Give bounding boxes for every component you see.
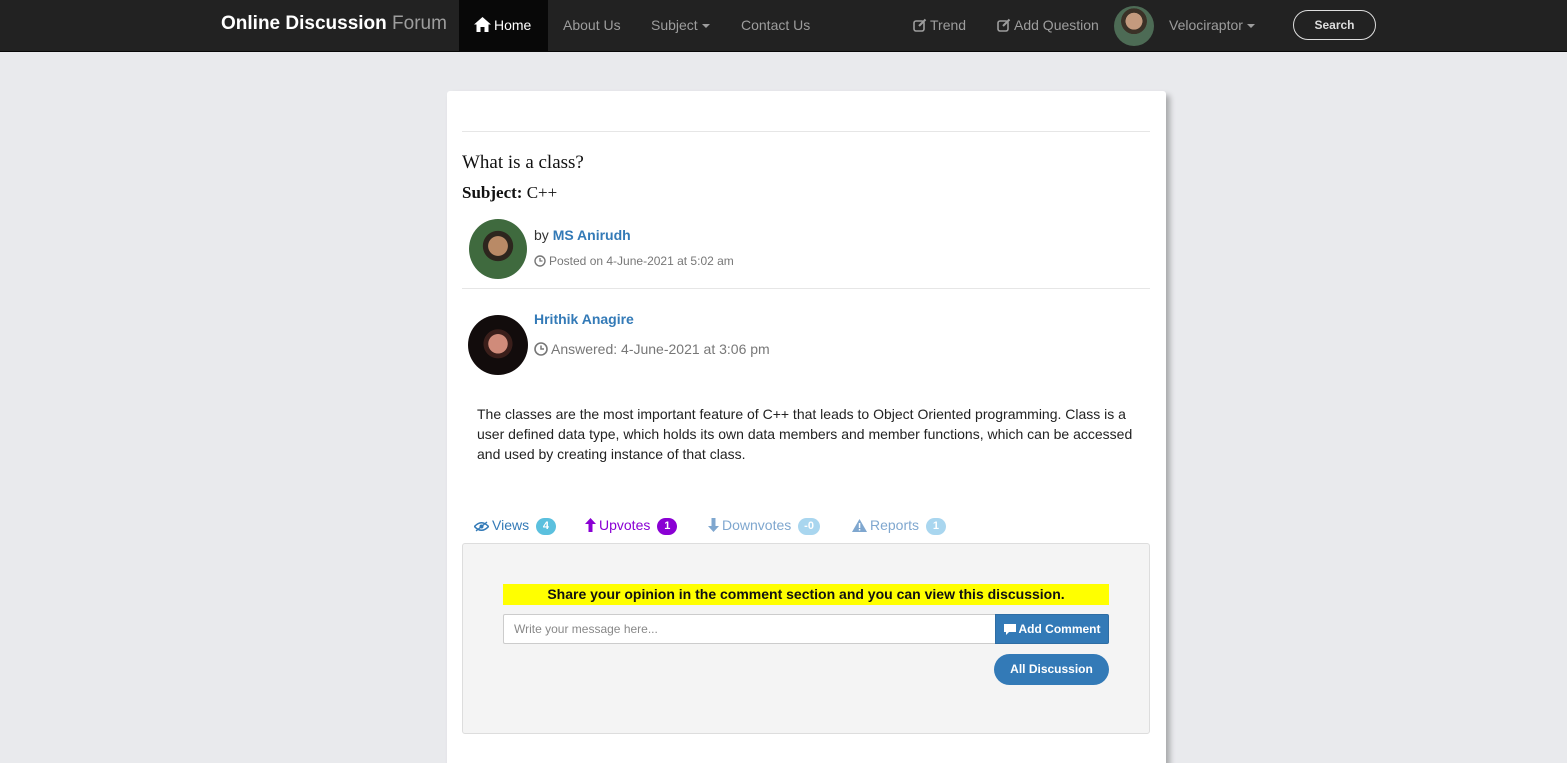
downvotes-label: Downvotes <box>722 517 792 533</box>
caret-down-icon <box>701 24 710 29</box>
arrow-up-icon <box>585 518 596 532</box>
add-comment-button[interactable]: Add Comment <box>995 614 1109 644</box>
eye-icon <box>474 521 489 532</box>
upvotes-stat[interactable]: Upvotes 1 <box>585 517 678 535</box>
comment-icon <box>1003 624 1016 635</box>
views-count: 4 <box>535 518 556 535</box>
by-label: by <box>534 227 549 243</box>
nav-contact-label: Contact Us <box>741 17 811 33</box>
clock-icon <box>534 342 548 356</box>
nav-user-label: Velociraptor <box>1169 17 1243 33</box>
nav-subject-dropdown[interactable]: Subject <box>651 0 710 52</box>
nav-subject-label: Subject <box>651 17 698 33</box>
user-avatar[interactable] <box>1114 6 1154 46</box>
nav-home[interactable]: Home <box>459 0 548 52</box>
nav-add-question[interactable]: Add Question <box>997 0 1099 52</box>
edit-icon <box>997 18 1011 32</box>
nav-home-label: Home <box>494 17 532 33</box>
nav-about[interactable]: About Us <box>563 0 621 52</box>
answered-time: Answered: 4-June-2021 at 3:06 pm <box>534 341 770 357</box>
views-label: Views <box>492 517 530 533</box>
comment-notice: Share your opinion in the comment sectio… <box>503 584 1109 605</box>
arrow-down-icon <box>708 518 719 532</box>
message-input[interactable] <box>503 614 996 644</box>
nav-user-dropdown[interactable]: Velociraptor <box>1169 0 1255 52</box>
clock-icon <box>534 255 546 267</box>
nav-trend-label: Trend <box>930 17 967 33</box>
nav-add-question-label: Add Question <box>1014 17 1099 33</box>
subject-value: C++ <box>526 183 558 202</box>
caret-down-icon <box>1246 24 1255 29</box>
brand-light: Forum <box>392 13 447 34</box>
views-stat[interactable]: Views 4 <box>474 517 556 535</box>
add-comment-label: Add Comment <box>1018 622 1101 636</box>
question-subject: Subject: C++ <box>462 183 557 203</box>
question-card: What is a class? Subject: C++ by MS Anir… <box>447 91 1166 763</box>
posted-text: Posted on 4-June-2021 at 5:02 am <box>549 254 734 268</box>
nav-trend[interactable]: Trend <box>913 0 966 52</box>
downvotes-stat[interactable]: Downvotes -0 <box>708 517 820 535</box>
reports-label: Reports <box>870 517 920 533</box>
answered-text: Answered: 4-June-2021 at 3:06 pm <box>551 341 770 357</box>
nav-contact[interactable]: Contact Us <box>741 0 810 52</box>
answerer-link[interactable]: Hrithik Anagire <box>534 311 634 327</box>
comment-section: Share your opinion in the comment sectio… <box>462 543 1150 734</box>
brand[interactable]: Online Discussion Forum <box>221 13 447 35</box>
divider <box>462 288 1150 289</box>
subject-label: Subject: <box>462 183 523 202</box>
warning-icon <box>852 519 867 532</box>
nav-about-label: About Us <box>563 17 621 33</box>
answer-body: The classes are the most important featu… <box>477 406 1133 462</box>
posted-time: Posted on 4-June-2021 at 5:02 am <box>534 254 734 268</box>
upvotes-label: Upvotes <box>599 517 651 533</box>
divider <box>462 131 1150 132</box>
answerer-line: Hrithik Anagire <box>534 311 634 327</box>
navbar: Online Discussion Forum Home About Us Su… <box>0 0 1567 52</box>
reports-stat[interactable]: Reports 1 <box>852 517 946 535</box>
home-icon <box>474 17 491 32</box>
author-line: by MS Anirudh <box>534 227 631 243</box>
edit-icon <box>913 18 927 32</box>
brand-bold: Online Discussion <box>221 13 387 34</box>
upvotes-count: 1 <box>657 518 678 535</box>
search-button[interactable]: Search <box>1293 10 1376 40</box>
reports-count: 1 <box>925 518 946 535</box>
author-avatar <box>469 219 527 279</box>
all-discussion-button[interactable]: All Discussion <box>994 654 1109 685</box>
answerer-avatar <box>468 315 528 375</box>
author-link[interactable]: MS Anirudh <box>553 227 631 243</box>
question-title: What is a class? <box>462 152 584 173</box>
downvotes-count: -0 <box>798 518 820 535</box>
